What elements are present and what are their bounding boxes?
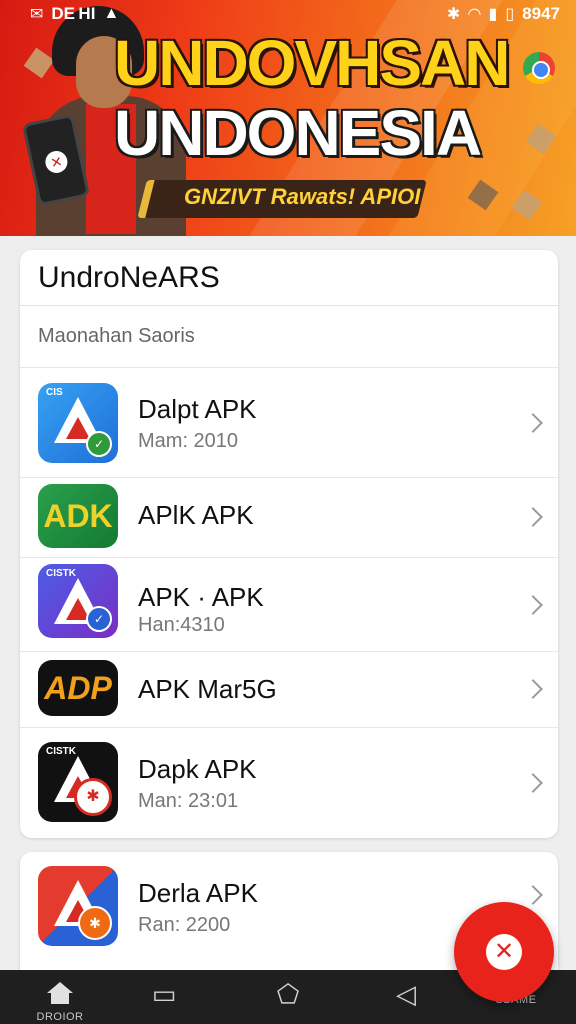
recents-icon: ▭ bbox=[151, 979, 177, 1009]
close-fab-button[interactable]: ✕ bbox=[454, 902, 554, 1002]
list-item-title: APlK APK bbox=[138, 500, 254, 530]
purple-triangle-app-icon: CISTK ✓ bbox=[38, 564, 118, 638]
black-adp-app-icon: ADP bbox=[38, 660, 118, 716]
chevron-right-icon bbox=[523, 885, 543, 905]
notification-icon: ✉ bbox=[30, 6, 44, 23]
bluetooth-icon: ✱ bbox=[446, 6, 461, 23]
back-icon: ◁ bbox=[396, 979, 416, 1009]
browser-icon bbox=[523, 52, 555, 84]
apk-list-card: UndroNeARS Maonahan Saoris CIS ✓ Dalpt A… bbox=[20, 250, 558, 838]
badge-icon: ✓ bbox=[86, 431, 112, 457]
list-item-subtitle: Man: 23:01 bbox=[138, 790, 239, 812]
split-triangle-app-icon: ✱ bbox=[38, 866, 118, 946]
list-item-apk-3[interactable]: CISTK ✓ APK · APK Han:4310 bbox=[20, 558, 558, 652]
section-label: Maonahan Saoris bbox=[20, 306, 558, 368]
chevron-right-icon bbox=[523, 413, 543, 433]
card-title: UndroNeARS bbox=[20, 250, 558, 306]
icon-text: ADP bbox=[44, 670, 112, 706]
badge-icon: ✓ bbox=[86, 606, 112, 632]
list-item-title: APK Mar5G bbox=[138, 674, 277, 704]
nav-home-button[interactable]: ⬠ bbox=[248, 970, 328, 1024]
list-item-title: Dapk APK bbox=[138, 754, 257, 784]
status-left-text: DE HI bbox=[51, 4, 96, 23]
status-time: 8947 bbox=[522, 4, 560, 23]
banner-title-line2: UNDONESIA bbox=[114, 97, 482, 169]
warning-icon: ▲ bbox=[103, 5, 120, 22]
app-logo-icon: ✕ bbox=[43, 148, 70, 176]
nav-recents[interactable]: ▭ bbox=[124, 970, 204, 1024]
list-item-apk-5[interactable]: CISTK ✱ Dapk APK Man: 23:01 bbox=[20, 728, 558, 838]
blue-triangle-app-icon: CIS ✓ bbox=[38, 383, 118, 463]
list-item-apk-1[interactable]: CIS ✓ Dalpt APK Mam: 2010 bbox=[20, 368, 558, 478]
nav-label: DROIOR bbox=[36, 1011, 84, 1023]
close-icon: ✕ bbox=[486, 934, 522, 970]
banner-ribbon-text: GNZIVT Rawats! APIOI bbox=[184, 184, 421, 209]
icon-text: ADK bbox=[43, 498, 113, 534]
wifi-icon: ◠ bbox=[468, 6, 481, 23]
chevron-right-icon bbox=[523, 679, 543, 699]
home-icon bbox=[47, 982, 73, 1004]
badge-icon: ✱ bbox=[74, 778, 112, 816]
green-adk-app-icon: ADK bbox=[38, 484, 118, 548]
battery-icon: ▯ bbox=[505, 6, 515, 23]
list-item-apk-4[interactable]: ADP APK Mar5G bbox=[20, 652, 558, 728]
nav-back[interactable]: ◁ bbox=[366, 970, 446, 1024]
triangle-logo-inner bbox=[66, 417, 90, 439]
list-item-title: Derla APK bbox=[138, 878, 258, 908]
nav-home[interactable]: DROIOR bbox=[20, 970, 100, 1024]
badge-icon: ✱ bbox=[78, 906, 112, 940]
black-triangle-app-icon: CISTK ✱ bbox=[38, 742, 118, 822]
list-item-subtitle: Mam: 2010 bbox=[138, 430, 239, 452]
signal-icon: ▮ bbox=[488, 6, 498, 23]
list-item-title: APK · APK bbox=[138, 582, 264, 612]
promo-banner[interactable]: ✕ UNDOVHSAN UNDONESIA GNZIVT Rawats! API… bbox=[0, 0, 576, 236]
list-item-apk-2[interactable]: ADK APlK APK bbox=[20, 478, 558, 558]
banner-title-line1: UNDOVHSAN bbox=[114, 27, 510, 99]
chevron-right-icon bbox=[523, 507, 543, 527]
list-item-subtitle: Han:4310 bbox=[138, 614, 225, 636]
list-item-title: Dalpt APK bbox=[138, 394, 257, 424]
list-item-subtitle: Ran: 2200 bbox=[138, 914, 231, 936]
chevron-right-icon bbox=[523, 595, 543, 615]
status-bar: ✉ DE HI ▲ ✱ ◠ ▮ ▯ 8947 bbox=[0, 0, 576, 30]
home-circle-icon: ⬠ bbox=[276, 979, 300, 1009]
chevron-right-icon bbox=[523, 773, 543, 793]
